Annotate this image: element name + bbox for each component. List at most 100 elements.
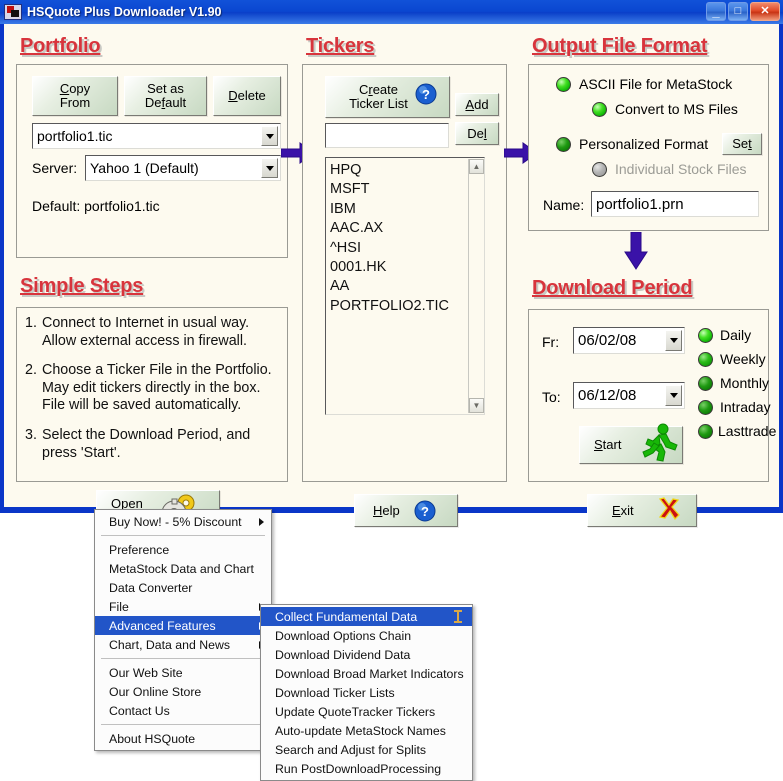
from-date-combo[interactable]: 06/02/08	[573, 327, 685, 354]
period-label-intraday[interactable]: Intraday	[720, 399, 771, 415]
led-weekly[interactable]	[698, 352, 713, 367]
chevron-down-icon[interactable]	[261, 126, 278, 146]
help-button[interactable]: Help	[354, 494, 458, 527]
ticker-listbox[interactable]: HPQ MSFT IBM AAC.AX ^HSI 0001.HK AA PORT…	[325, 157, 485, 415]
portfolio-file-combo[interactable]: portfolio1.tic	[32, 123, 281, 149]
led-convert-ms-files[interactable]	[592, 102, 607, 117]
ticker-list-scrollbar[interactable]: ▲ ▼	[468, 159, 484, 413]
set-button[interactable]: Set	[722, 133, 762, 155]
copy-from-button[interactable]: Copy From	[32, 76, 118, 116]
submenu-item-update-quotetracker-tickers[interactable]: Update QuoteTracker Tickers	[261, 702, 472, 721]
submenu-item-search-and-adjust-for-splits[interactable]: Search and Adjust for Splits	[261, 740, 472, 759]
scroll-down-icon[interactable]: ▼	[469, 398, 484, 413]
close-icon: ✕	[760, 5, 770, 17]
submenu-item-collect-fundamental-data[interactable]: Collect Fundamental Data	[261, 607, 472, 626]
minimize-button[interactable]: _	[706, 2, 726, 21]
set-as-default-button[interactable]: Set as Default	[124, 76, 207, 116]
window-title: HSQuote Plus Downloader V1.90	[27, 5, 222, 19]
option-label-individual-stock-files: Individual Stock Files	[615, 161, 747, 177]
step-item: 1. Connect to Internet in usual way. All…	[25, 315, 281, 350]
ticker-item[interactable]: MSFT	[330, 180, 484, 199]
submenu-item-download-broad-market-indicators[interactable]: Download Broad Market Indicators	[261, 664, 472, 683]
led-intraday[interactable]	[698, 400, 713, 415]
chevron-down-icon[interactable]	[665, 330, 682, 351]
led-personalized-format[interactable]	[556, 137, 571, 152]
red-x-icon	[656, 496, 682, 527]
menu-item-about-hsquote[interactable]: About HSQuote	[95, 729, 271, 748]
maximize-icon: □	[734, 5, 742, 17]
server-combo[interactable]: Yahoo 1 (Default)	[85, 155, 281, 181]
step-text: Select the Download Period, and press 'S…	[42, 427, 250, 462]
submenu-item-download-ticker-lists[interactable]: Download Ticker Lists	[261, 683, 472, 702]
set-as-default-line1: Set as	[147, 81, 184, 97]
led-monthly[interactable]	[698, 376, 713, 391]
submenu-item-auto-update-metastock-names[interactable]: Auto-update MetaStock Names	[261, 721, 472, 740]
menu-item-metastock-data-and-chart[interactable]: MetaStock Data and Chart	[95, 559, 271, 578]
to-date-combo[interactable]: 06/12/08	[573, 382, 685, 409]
led-ascii-metastock[interactable]	[556, 77, 571, 92]
ticker-item[interactable]: HPQ	[330, 161, 484, 180]
ticker-item[interactable]: IBM	[330, 200, 484, 219]
led-daily[interactable]	[698, 328, 713, 343]
ticker-item[interactable]: PORTFOLIO2.TIC	[330, 297, 484, 316]
ticker-item[interactable]: AA	[330, 277, 484, 296]
led-lasttrade[interactable]	[698, 424, 713, 439]
period-label-weekly[interactable]: Weekly	[720, 351, 766, 367]
submenu-item-download-options-chain[interactable]: Download Options Chain	[261, 626, 472, 645]
question-mark-icon: ?	[414, 500, 436, 527]
chevron-down-icon[interactable]	[261, 158, 278, 178]
step-text: Connect to Internet in usual way. Allow …	[42, 315, 249, 350]
menu-item-our-web-site[interactable]: Our Web Site	[95, 663, 271, 682]
menu-item-contact-us[interactable]: Contact Us	[95, 701, 271, 720]
option-label-convert-ms-files[interactable]: Convert to MS Files	[615, 101, 738, 117]
output-name-input[interactable]: portfolio1.prn	[591, 191, 759, 217]
menu-item-buy-now[interactable]: Buy Now! - 5% Discount	[95, 512, 271, 531]
period-label-daily[interactable]: Daily	[720, 327, 751, 343]
open-menu-popup[interactable]: Buy Now! - 5% Discount Preference MetaSt…	[94, 509, 272, 751]
menu-item-advanced-features[interactable]: Advanced Features	[95, 616, 271, 635]
window-client-area: Portfolio Copy From Set as Default Delet…	[4, 24, 779, 531]
menu-separator	[101, 724, 265, 725]
chevron-down-icon[interactable]	[665, 385, 682, 406]
maximize-button[interactable]: □	[728, 2, 748, 21]
arrow-output-to-period	[624, 232, 648, 270]
close-button[interactable]: ✕	[750, 2, 780, 21]
menu-item-data-converter[interactable]: Data Converter	[95, 578, 271, 597]
simple-steps-header: Simple Steps	[20, 275, 144, 297]
ticker-item[interactable]: ^HSI	[330, 239, 484, 258]
period-label-monthly[interactable]: Monthly	[720, 375, 769, 391]
menu-item-our-online-store[interactable]: Our Online Store	[95, 682, 271, 701]
step-text: Choose a Ticker File in the Portfolio. M…	[42, 362, 272, 415]
menu-label: Collect Fundamental Data	[275, 609, 418, 624]
option-label-personalized-format[interactable]: Personalized Format	[579, 136, 708, 152]
menu-item-file[interactable]: File	[95, 597, 271, 616]
copy-from-line2: From	[59, 95, 91, 110]
ticker-entry-input[interactable]	[325, 123, 449, 148]
text-cursor-icon	[454, 610, 462, 623]
submenu-item-download-dividend-data[interactable]: Download Dividend Data	[261, 645, 472, 664]
step-line: File will be saved automatically.	[42, 397, 242, 414]
option-label-ascii-metastock[interactable]: ASCII File for MetaStock	[579, 76, 732, 92]
advanced-features-submenu[interactable]: Collect Fundamental Data Download Option…	[260, 604, 473, 781]
del-button[interactable]: Del	[455, 122, 499, 145]
portfolio-panel: Copy From Set as Default Delete portfoli…	[16, 64, 288, 258]
menu-item-chart-data-and-news[interactable]: Chart, Data and News	[95, 635, 271, 654]
submenu-item-run-postdownloadprocessing[interactable]: Run PostDownloadProcessing	[261, 759, 472, 778]
portfolio-file-value: portfolio1.tic	[37, 128, 113, 144]
menu-item-preference[interactable]: Preference	[95, 540, 271, 559]
period-label-lasttrade[interactable]: Lasttrade	[718, 423, 776, 439]
add-button[interactable]: Add	[455, 93, 499, 116]
question-mark-icon[interactable]: ?	[415, 83, 437, 110]
ticker-item[interactable]: 0001.HK	[330, 258, 484, 277]
menu-label: Search and Adjust for Splits	[275, 742, 427, 757]
delete-button[interactable]: Delete	[213, 76, 281, 116]
step-item: 2. Choose a Ticker File in the Portfolio…	[25, 362, 281, 415]
step-line: Allow external access in firewall.	[42, 332, 248, 349]
scroll-up-icon[interactable]: ▲	[469, 159, 484, 174]
minimize-icon: _	[712, 4, 720, 19]
led-individual-stock-files[interactable]	[592, 162, 607, 177]
menu-label: Download Ticker Lists	[275, 685, 395, 700]
ticker-item[interactable]: AAC.AX	[330, 219, 484, 238]
add-label: Add	[465, 96, 489, 112]
help-label: Help	[373, 502, 400, 518]
